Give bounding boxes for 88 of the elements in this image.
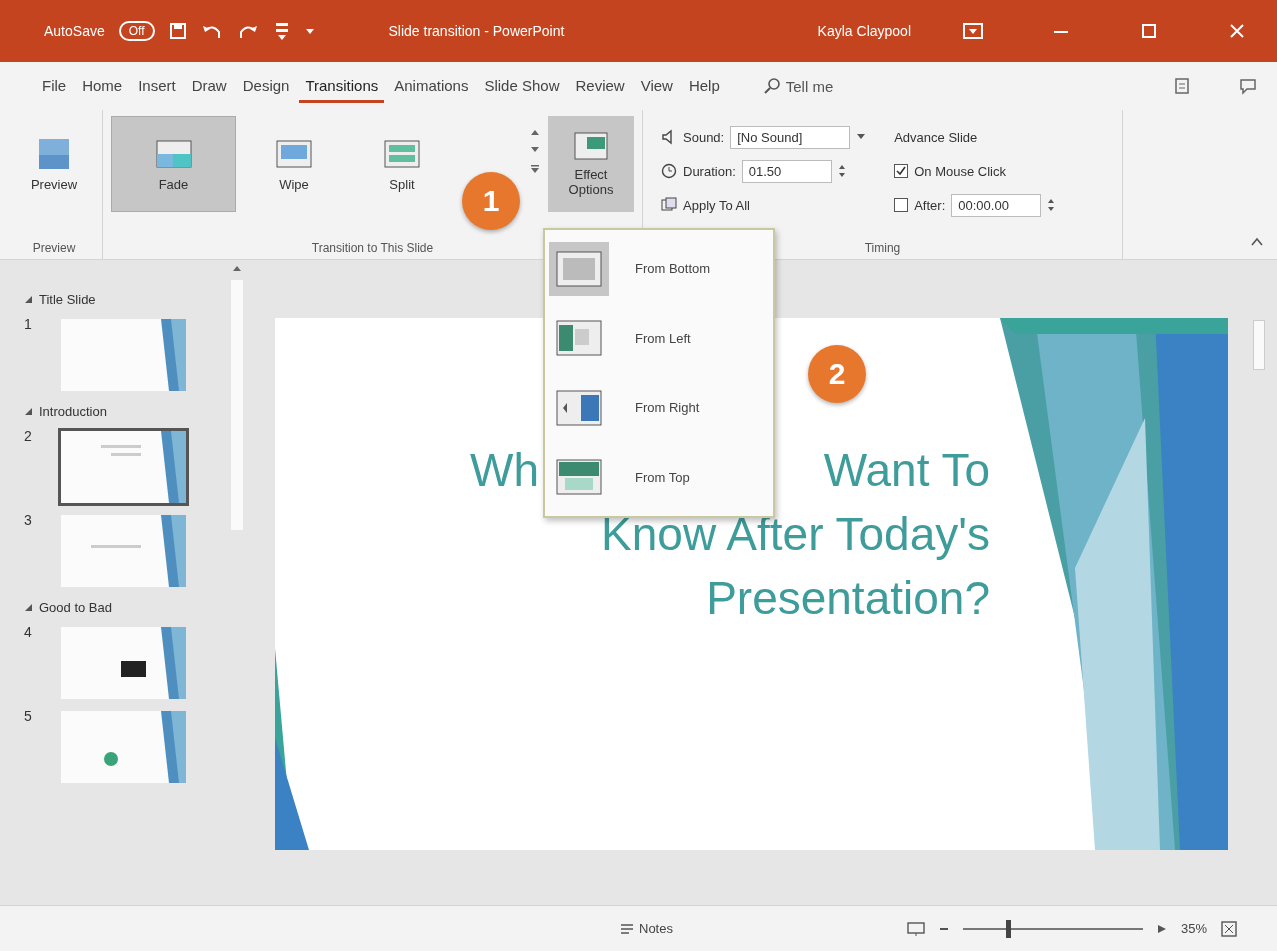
autosave-label: AutoSave (44, 23, 105, 39)
slide-number: 2 (24, 428, 33, 444)
slide-number: 5 (24, 708, 33, 724)
effect-options-icon (573, 131, 609, 161)
slide-number: 4 (24, 624, 33, 640)
sound-label: Sound: (683, 129, 725, 145)
transition-option[interactable]: Split (352, 116, 452, 212)
ribbon-tab[interactable]: Review (569, 69, 631, 103)
ribbon-tab[interactable]: Slide Show (478, 69, 566, 103)
preview-button[interactable]: Preview (14, 116, 94, 212)
slide-title: Wh (470, 443, 539, 498)
ribbon-tab[interactable]: View (634, 69, 679, 103)
group-label: Transition to This Slide (310, 241, 435, 255)
ribbon-tab[interactable]: Design (236, 69, 296, 103)
ribbon-tab[interactable]: Home (76, 69, 129, 103)
spinner-icon[interactable] (837, 163, 846, 179)
direction-icon (555, 388, 603, 427)
ribbon-tab[interactable]: File (36, 69, 73, 103)
menu-item[interactable]: From Left (545, 303, 773, 373)
duration-label: Duration: (683, 163, 736, 179)
search-icon (763, 78, 780, 94)
after-time-field[interactable]: 00:00.00 (951, 193, 1042, 217)
save-icon[interactable] (168, 22, 187, 40)
caret-icon[interactable] (24, 406, 33, 416)
ribbon-tab[interactable]: Draw (185, 69, 233, 103)
transition-option[interactable]: Fade (111, 116, 236, 212)
menu-item[interactable]: From Right (545, 373, 773, 443)
slide-thumbnail[interactable] (58, 624, 189, 702)
scroll-up-icon[interactable] (530, 128, 540, 136)
sound-dropdown[interactable]: [No Sound] (730, 125, 851, 149)
slide-number: 1 (24, 316, 33, 332)
slide-title: Presentation? (706, 572, 990, 624)
apply-to-all-button[interactable]: Apply To All (661, 188, 867, 222)
ribbon-tab[interactable]: Animations (388, 69, 475, 103)
checkbox[interactable] (894, 164, 909, 178)
scroll-up-icon[interactable] (232, 264, 242, 272)
section-name[interactable]: Introduction (39, 403, 107, 419)
zoom-slider-thumb[interactable] (1005, 919, 1011, 938)
caret-icon[interactable] (856, 133, 867, 141)
ribbon-tab[interactable]: Help (682, 69, 726, 103)
tell-me-field[interactable]: Tell me (783, 76, 874, 96)
group-label: Timing (863, 241, 902, 255)
slide-thumbnail[interactable] (58, 512, 189, 590)
slide-number: 3 (24, 512, 33, 528)
maximize-icon[interactable] (1139, 21, 1159, 41)
slide-title: Want To (823, 443, 990, 498)
section-name[interactable]: Title Slide (39, 291, 96, 307)
checkbox-label: After: (914, 197, 946, 213)
zoom-percent[interactable]: 35% (1180, 921, 1207, 936)
more-icon[interactable] (530, 164, 540, 174)
menu-item[interactable]: From Bottom (545, 234, 773, 304)
direction-icon (555, 249, 603, 288)
comment-icon[interactable] (1239, 77, 1257, 95)
user-name[interactable]: Kayla Claypool (817, 23, 911, 39)
notes-icon (620, 922, 634, 935)
section-name[interactable]: Good to Bad (39, 599, 112, 615)
apply-all-icon (661, 197, 677, 213)
collapse-ribbon-icon[interactable] (1251, 237, 1263, 247)
ribbon-display-icon[interactable] (963, 22, 983, 40)
scrollbar-thumb[interactable] (1252, 320, 1265, 370)
spinner-icon[interactable] (1047, 197, 1056, 213)
fit-to-window-icon[interactable] (1221, 920, 1237, 937)
notes-button[interactable]: Notes (614, 920, 679, 937)
direction-icon (555, 319, 603, 358)
duration-field[interactable]: 01.50 (741, 159, 832, 183)
clock-icon (661, 163, 677, 179)
slide-thumbnail[interactable] (58, 316, 189, 394)
slide-thumbnail[interactable] (58, 708, 189, 786)
slide-thumbnail[interactable] (58, 428, 189, 506)
autosave-toggle[interactable]: Off (118, 21, 155, 41)
slide-preview-icon (37, 136, 71, 171)
caret-icon[interactable] (24, 602, 33, 612)
transition-option[interactable]: Wipe (244, 116, 344, 212)
ribbon-tab[interactable]: Insert (132, 69, 182, 103)
group-label: Preview (31, 241, 77, 255)
effect-options-button[interactable]: Effect Options (548, 116, 634, 212)
checkbox[interactable] (894, 198, 909, 212)
scroll-down-icon[interactable] (530, 146, 540, 154)
caret-icon[interactable] (24, 294, 33, 304)
slide-show-icon[interactable] (906, 920, 925, 937)
window-title: Slide transition - PowerPoint (388, 23, 565, 39)
caret-icon[interactable] (304, 26, 315, 36)
check-icon (896, 166, 907, 176)
checkbox-label: On Mouse Click (914, 163, 1006, 179)
advance-slide-label: Advance Slide (894, 129, 978, 145)
direction-icon (555, 458, 603, 497)
zoom-in-icon[interactable] (1156, 923, 1167, 934)
ribbon-tab[interactable]: Transitions (299, 69, 385, 103)
